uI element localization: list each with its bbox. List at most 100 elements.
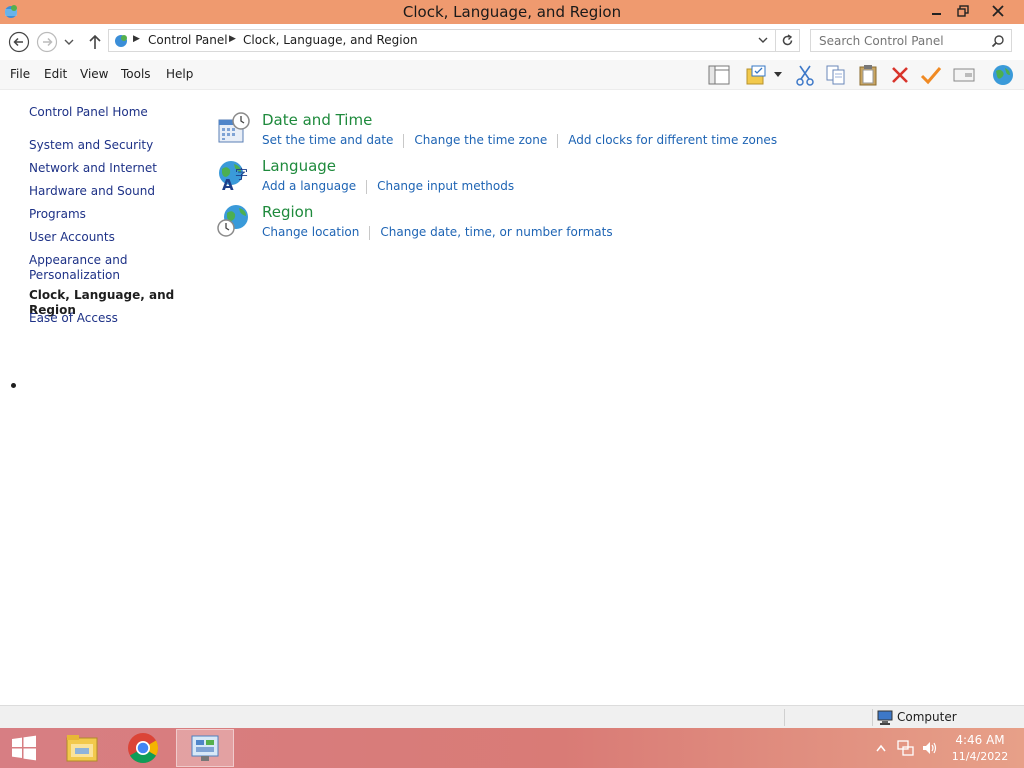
back-arrow-icon xyxy=(8,31,30,53)
up-arrow-icon xyxy=(89,34,101,49)
category-title[interactable]: Language xyxy=(262,157,336,175)
set-time-date-link[interactable]: Set the time and date xyxy=(262,133,393,147)
close-icon xyxy=(992,5,1004,17)
recent-pages-button[interactable] xyxy=(62,31,76,53)
cut-button[interactable] xyxy=(792,63,818,87)
apply-button[interactable] xyxy=(918,63,944,87)
category-links: Change location Change date, time, or num… xyxy=(262,225,613,240)
close-button[interactable] xyxy=(982,0,1014,22)
start-button[interactable] xyxy=(0,729,48,767)
show-hidden-icons-icon[interactable] xyxy=(876,744,886,752)
copy-icon xyxy=(826,65,845,85)
sidebar-item-system-security[interactable]: System and Security xyxy=(29,138,153,153)
link-divider xyxy=(403,133,405,148)
taskbar-file-explorer[interactable] xyxy=(54,729,110,767)
up-button[interactable] xyxy=(84,31,106,53)
forward-arrow-icon xyxy=(36,31,58,53)
control-panel-icon xyxy=(115,35,127,47)
sidebar: Control Panel Home System and Security N… xyxy=(0,90,205,705)
control-panel-icon xyxy=(191,735,219,761)
search-box[interactable] xyxy=(810,29,1012,52)
change-formats-link[interactable]: Change date, time, or number formats xyxy=(380,225,612,239)
menu-edit[interactable]: Edit xyxy=(44,67,67,81)
volume-icon[interactable] xyxy=(921,739,939,757)
properties-button[interactable] xyxy=(951,63,977,87)
forward-button[interactable] xyxy=(36,31,58,53)
refresh-icon xyxy=(782,34,793,46)
sidebar-item-appearance-line2[interactable]: Personalization xyxy=(29,268,120,283)
menu-bar: File Edit View Tools Help xyxy=(0,60,1024,90)
folder-view-dropdown[interactable] xyxy=(770,63,786,87)
sidebar-item-hardware-sound[interactable]: Hardware and Sound xyxy=(29,184,155,199)
caret-down-icon xyxy=(774,72,782,77)
menu-view[interactable]: View xyxy=(80,67,108,81)
menu-tools[interactable]: Tools xyxy=(121,67,151,81)
globe-button[interactable] xyxy=(990,63,1016,87)
breadcrumb-separator-icon[interactable]: ▶ xyxy=(133,34,140,44)
address-bar[interactable]: ▶ Control Panel ▶ Clock, Language, and R… xyxy=(108,29,776,52)
category-links: Add a language Change input methods xyxy=(262,179,514,194)
sidebar-item-control-panel-home[interactable]: Control Panel Home xyxy=(29,105,148,120)
sidebar-item-ease-of-access[interactable]: Ease of Access xyxy=(29,311,118,326)
taskbar-control-panel[interactable] xyxy=(176,729,234,767)
search-icon[interactable] xyxy=(991,34,1005,48)
paste-button[interactable] xyxy=(855,63,881,87)
sidebar-item-network-internet[interactable]: Network and Internet xyxy=(29,161,157,176)
link-divider xyxy=(369,225,371,240)
add-clocks-link[interactable]: Add clocks for different time zones xyxy=(568,133,777,147)
delete-icon xyxy=(892,67,908,83)
paste-icon xyxy=(859,65,877,86)
link-divider xyxy=(366,179,368,194)
network-icon[interactable] xyxy=(897,739,915,757)
clock-date[interactable]: 11/4/2022 xyxy=(950,750,1010,763)
breadcrumb-separator-icon[interactable]: ▶ xyxy=(229,34,236,44)
refresh-button[interactable] xyxy=(776,29,800,52)
layout-button[interactable] xyxy=(706,63,732,87)
cut-icon xyxy=(796,65,814,86)
status-divider xyxy=(784,709,785,726)
breadcrumb-control-panel[interactable]: Control Panel xyxy=(148,33,228,47)
address-row: ▶ Control Panel ▶ Clock, Language, and R… xyxy=(0,24,1024,60)
language-globe-icon[interactable]: A 字 xyxy=(216,157,252,193)
svg-text:A: A xyxy=(222,176,234,193)
folder-view-icon xyxy=(746,65,766,85)
layout-pane-icon xyxy=(708,65,730,85)
category-title[interactable]: Date and Time xyxy=(262,111,372,129)
search-input[interactable] xyxy=(811,30,987,51)
sidebar-item-programs[interactable]: Programs xyxy=(29,207,86,222)
checkmark-icon xyxy=(920,67,942,85)
category-links: Set the time and date Change the time zon… xyxy=(262,133,777,148)
breadcrumb-current[interactable]: Clock, Language, and Region xyxy=(243,33,418,47)
change-time-zone-link[interactable]: Change the time zone xyxy=(414,133,547,147)
svg-text:字: 字 xyxy=(235,168,248,183)
file-explorer-icon xyxy=(66,735,98,762)
chevron-down-icon[interactable] xyxy=(757,34,769,46)
title-bar: Clock, Language, and Region xyxy=(0,0,1024,24)
computer-icon xyxy=(877,710,893,725)
back-button[interactable] xyxy=(8,31,30,53)
add-language-link[interactable]: Add a language xyxy=(262,179,356,193)
clock-time[interactable]: 4:46 AM xyxy=(954,733,1006,747)
chevron-down-icon xyxy=(64,39,74,45)
sidebar-item-user-accounts[interactable]: User Accounts xyxy=(29,230,115,245)
menu-file[interactable]: File xyxy=(10,67,30,81)
status-bar: Computer xyxy=(0,705,1024,728)
window-title: Clock, Language, and Region xyxy=(402,3,622,21)
sidebar-item-appearance-line1[interactable]: Appearance and xyxy=(29,253,127,268)
region-globe-icon[interactable] xyxy=(216,203,252,239)
change-location-link[interactable]: Change location xyxy=(262,225,359,239)
minimize-icon xyxy=(932,13,941,15)
globe-icon xyxy=(993,65,1013,85)
status-divider xyxy=(872,709,873,726)
delete-button[interactable] xyxy=(887,63,913,87)
status-location: Computer xyxy=(897,710,957,724)
calendar-clock-icon[interactable] xyxy=(216,111,252,147)
change-input-methods-link[interactable]: Change input methods xyxy=(377,179,514,193)
restore-button[interactable] xyxy=(948,0,978,22)
menu-help[interactable]: Help xyxy=(166,67,193,81)
folder-view-button[interactable] xyxy=(744,63,770,87)
taskbar-chrome[interactable] xyxy=(115,729,171,767)
link-divider xyxy=(557,133,559,148)
copy-button[interactable] xyxy=(823,63,849,87)
category-title[interactable]: Region xyxy=(262,203,313,221)
